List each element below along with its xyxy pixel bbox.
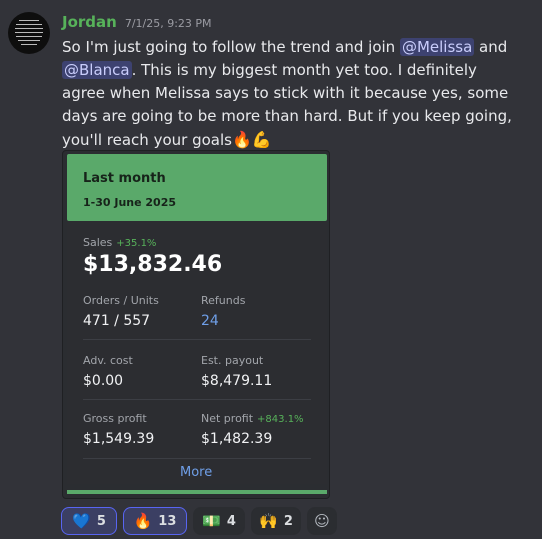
mention-blanca[interactable]: @Blanca: [62, 61, 132, 79]
money-icon: 💵: [202, 512, 221, 530]
reaction-raised-hands[interactable]: 🙌 2: [251, 507, 301, 535]
orders-label: Orders / Units: [83, 294, 159, 307]
net-profit-value: $1,482.39: [201, 431, 273, 447]
gross-profit-value: $1,549.39: [83, 431, 155, 447]
add-reaction-button[interactable]: ☺: [307, 507, 337, 535]
heart-icon: 💙: [72, 512, 91, 530]
est-payout-label: Est. payout: [201, 354, 264, 367]
reaction-count: 2: [283, 513, 293, 529]
sales-label: Sales: [83, 236, 113, 249]
reaction-money[interactable]: 💵 4: [193, 507, 245, 535]
reaction-count: 5: [96, 513, 106, 529]
sales-summary-card: Last month 1-30 June 2025 Sales +35.1% $1…: [62, 150, 330, 499]
divider: [83, 458, 311, 459]
refunds-value[interactable]: 24: [201, 313, 219, 329]
card-title: Last month: [83, 171, 166, 186]
divider: [83, 339, 311, 340]
message-header: Jordan 7/1/25, 9:23 PM: [62, 13, 212, 31]
message-text-part: and: [474, 38, 508, 56]
net-profit-label-row: Net profit +843.1%: [201, 412, 304, 425]
card-date-range: 1-30 June 2025: [83, 196, 177, 209]
net-profit-label: Net profit: [201, 412, 254, 425]
mention-melissa[interactable]: @Melissa: [399, 38, 475, 56]
reactions-bar: 💙 5 🔥 13 💵 4 🙌 2 ☺: [61, 507, 337, 535]
add-reaction-icon: ☺: [314, 512, 330, 530]
gross-profit-label: Gross profit: [83, 412, 147, 425]
message-text: So I'm just going to follow the trend an…: [62, 36, 524, 152]
raised-hands-icon: 🙌: [259, 512, 278, 530]
reaction-heart[interactable]: 💙 5: [61, 507, 117, 535]
card-footer-bar: [67, 490, 327, 494]
sales-label-row: Sales +35.1%: [83, 236, 156, 249]
reaction-count: 13: [158, 513, 177, 529]
card-body: Sales +35.1% $13,832.46 Orders / Units 47…: [67, 222, 327, 484]
reaction-count: 4: [226, 513, 236, 529]
adv-cost-value: $0.00: [83, 373, 124, 389]
divider: [83, 399, 311, 400]
username[interactable]: Jordan: [62, 13, 117, 31]
reaction-fire[interactable]: 🔥 13: [123, 507, 187, 535]
card-header: Last month 1-30 June 2025: [67, 154, 327, 221]
timestamp[interactable]: 7/1/25, 9:23 PM: [125, 17, 212, 30]
message-text-part: So I'm just going to follow the trend an…: [62, 38, 400, 56]
refunds-label: Refunds: [201, 294, 246, 307]
fire-emoji-icon: 🔥: [231, 130, 252, 149]
fire-icon: 🔥: [133, 512, 153, 530]
orders-value: 471 / 557: [83, 313, 151, 329]
flexed-biceps-emoji-icon: 💪: [251, 130, 272, 149]
est-payout-value: $8,479.11: [201, 373, 273, 389]
sales-value: $13,832.46: [83, 252, 223, 277]
sales-change: +35.1%: [116, 238, 157, 249]
adv-cost-label: Adv. cost: [83, 354, 133, 367]
net-profit-change: +843.1%: [257, 414, 304, 425]
more-link[interactable]: More: [180, 465, 212, 480]
user-avatar[interactable]: [8, 12, 50, 54]
